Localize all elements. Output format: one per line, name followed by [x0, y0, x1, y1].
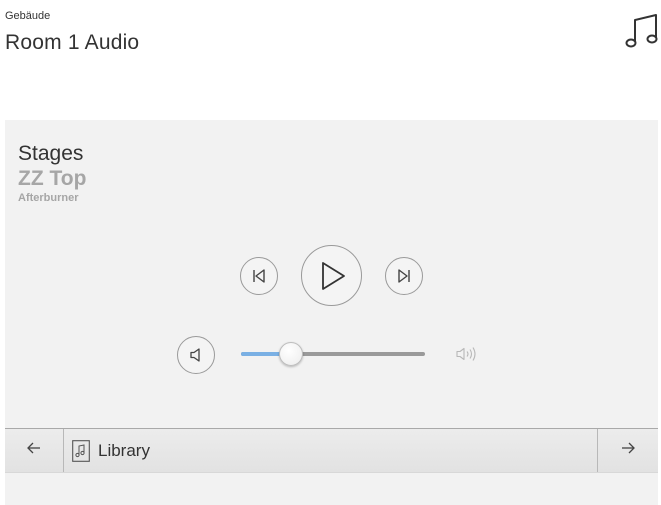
skip-next-icon [396, 268, 412, 284]
play-icon [317, 261, 347, 291]
volume-slider[interactable] [241, 342, 425, 366]
arrow-right-icon [620, 441, 636, 460]
music-file-icon [72, 439, 90, 462]
library-link[interactable]: Library [64, 429, 597, 472]
arrow-left-icon [26, 441, 42, 460]
forward-button[interactable] [597, 429, 658, 472]
back-button[interactable] [5, 429, 64, 472]
track-title: Stages [18, 142, 84, 165]
volume-mute-icon [188, 347, 204, 363]
page-title: Room 1 Audio [5, 31, 140, 54]
play-button[interactable] [301, 245, 362, 306]
bottom-navigation-bar: Library [5, 428, 658, 473]
building-label: Gebäude [5, 10, 51, 22]
track-album: Afterburner [18, 192, 79, 204]
skip-previous-icon [251, 268, 267, 284]
library-label: Library [98, 440, 150, 460]
track-artist: ZZ Top [18, 167, 87, 190]
audio-player-panel: Stages ZZ Top Afterburner Library [5, 120, 658, 505]
music-note-icon [624, 12, 660, 52]
mute-button[interactable] [177, 336, 215, 374]
panel-footer [5, 473, 658, 505]
volume-max-icon [455, 345, 479, 363]
volume-slider-thumb[interactable] [279, 342, 303, 366]
next-track-button[interactable] [385, 257, 423, 295]
previous-track-button[interactable] [240, 257, 278, 295]
